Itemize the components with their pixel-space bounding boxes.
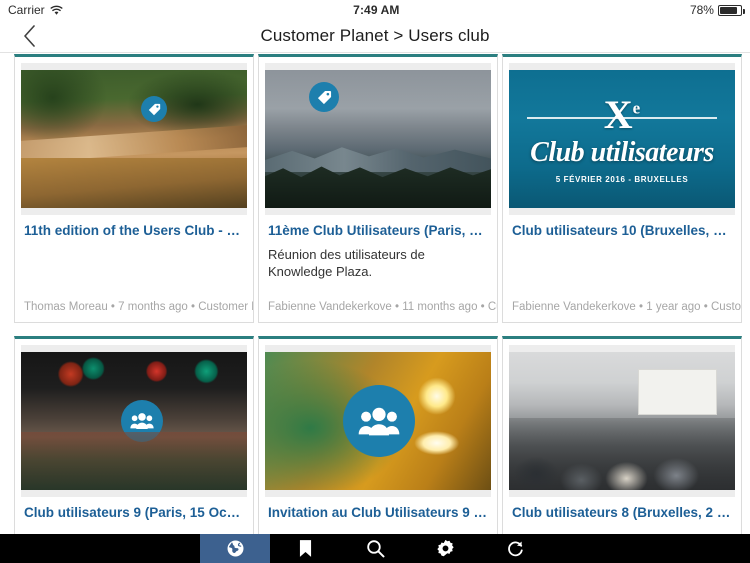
card-body: Club utilisateurs 10 (Bruxelles, 5 Fé… [503, 215, 741, 301]
card-title[interactable]: Club utilisateurs 8 (Bruxelles, 2 avril… [512, 505, 732, 522]
card-title[interactable]: Club utilisateurs 10 (Bruxelles, 5 Fé… [512, 223, 732, 240]
card-item[interactable]: Xe Club utilisateurs 5 FÉVRIER 2016 - BR… [502, 54, 742, 323]
card-title[interactable]: 11th edition of the Users Club - Par… [24, 223, 244, 240]
wifi-icon [50, 5, 63, 16]
card-thumbnail [21, 345, 247, 497]
photo-xe-club-utilisateurs-poster: Xe Club utilisateurs 5 FÉVRIER 2016 - BR… [509, 70, 735, 208]
card-meta: Thomas Moreau • 7 months ago • Customer … [24, 301, 253, 313]
battery-icon [717, 4, 745, 16]
photo-audience-in-colorful-room [21, 352, 247, 490]
page-title: Customer Planet > Users club [260, 26, 490, 45]
card-title[interactable]: Club utilisateurs 9 (Paris, 15 Octobr… [24, 505, 244, 522]
card-item[interactable]: Club utilisateurs 9 (Paris, 15 Octobr… [14, 336, 254, 534]
globe-icon [227, 540, 243, 557]
battery-percent-label: 78% [689, 3, 714, 17]
photo-conference-room-presentation [509, 352, 735, 490]
photo-wooden-deck-in-trees [21, 70, 247, 208]
card-title[interactable]: Invitation au Club Utilisateurs 9 (Par… [268, 505, 488, 522]
photo-glowing-light-bulbs [265, 352, 491, 490]
people-icon [121, 400, 163, 442]
back-button[interactable] [16, 23, 42, 49]
card-item[interactable]: Invitation au Club Utilisateurs 9 (Par… [258, 336, 498, 534]
card-item[interactable]: 11th edition of the Users Club - Par… Th… [14, 54, 254, 323]
card-grid: 11th edition of the Users Club - Par… Th… [0, 54, 750, 534]
content-area: 11th edition of the Users Club - Par… Th… [0, 54, 750, 534]
card-thumbnail [21, 63, 247, 215]
status-bar-right: 78% [689, 3, 745, 17]
card-body: Invitation au Club Utilisateurs 9 (Par… [259, 497, 497, 534]
tab-globe[interactable] [200, 534, 270, 563]
card-title[interactable]: 11ème Club Utilisateurs (Paris, 29 s… [268, 223, 488, 240]
poster-title: Club utilisateurs [530, 136, 714, 168]
navigation-bar: Customer Planet > Users club [0, 20, 750, 53]
card-thumbnail [509, 345, 735, 497]
tag-icon [309, 82, 339, 112]
tag-icon [141, 96, 167, 122]
status-bar: Carrier 7:49 AM 78% [0, 0, 750, 20]
people-icon [343, 385, 415, 457]
bookmark-icon [299, 540, 311, 557]
tab-bookmark[interactable] [270, 534, 340, 563]
tab-settings[interactable] [410, 534, 480, 563]
chevron-left-icon [23, 25, 35, 47]
gear-icon [436, 539, 454, 557]
poster-mark: Xe [603, 91, 641, 137]
card-thumbnail: Xe Club utilisateurs 5 FÉVRIER 2016 - BR… [509, 63, 735, 215]
card-body: 11th edition of the Users Club - Par… [15, 215, 253, 301]
card-body: 11ème Club Utilisateurs (Paris, 29 s… Ré… [259, 215, 497, 301]
card-item[interactable]: 11ème Club Utilisateurs (Paris, 29 s… Ré… [258, 54, 498, 323]
photo-hot-air-balloon-over-mountains [265, 70, 491, 208]
card-thumbnail [265, 345, 491, 497]
status-bar-left: Carrier [8, 3, 63, 17]
card-body: Club utilisateurs 9 (Paris, 15 Octobr… [15, 497, 253, 534]
poster-subtitle: 5 FÉVRIER 2016 - BRUXELLES [555, 174, 689, 184]
card-meta: Fabienne Vandekerkove • 11 months ago • … [268, 301, 497, 313]
card-meta: Fabienne Vandekerkove • 1 year ago • Cus… [512, 301, 741, 313]
card-body: Club utilisateurs 8 (Bruxelles, 2 avril… [503, 497, 741, 534]
carrier-label: Carrier [8, 3, 45, 17]
card-description: Réunion des utilisateurs de Knowledge Pl… [268, 246, 425, 280]
tab-refresh[interactable] [480, 534, 550, 563]
status-bar-time: 7:49 AM [353, 3, 400, 17]
search-icon [366, 540, 384, 558]
tab-search[interactable] [340, 534, 410, 563]
tab-bar [0, 534, 750, 563]
card-item[interactable]: Club utilisateurs 8 (Bruxelles, 2 avril… [502, 336, 742, 534]
refresh-icon [507, 541, 523, 557]
card-thumbnail [265, 63, 491, 215]
